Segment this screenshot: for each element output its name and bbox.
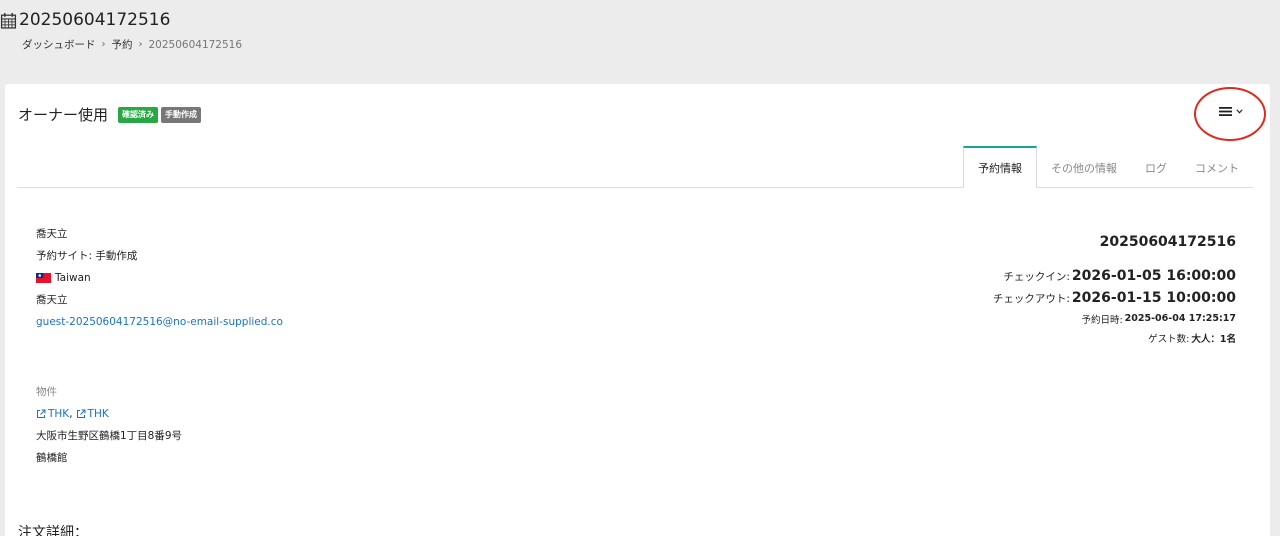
guest-count-value: 大人：1名 [1191, 333, 1236, 345]
status-badge-manual: 手動作成 [161, 106, 202, 123]
property-link-1[interactable]: THK [48, 403, 69, 425]
breadcrumb-reservations[interactable]: 予約 [112, 37, 133, 52]
page-title: 20250604172516 [0, 8, 242, 32]
breadcrumb-dashboard[interactable]: ダッシュボード [22, 37, 96, 52]
breadcrumb-separator: › [138, 39, 143, 50]
contact-name: 喬天立 [36, 294, 68, 306]
property-label: 物件 [36, 386, 57, 398]
guest-country: Taiwan [36, 267, 283, 289]
property-links: THK , THK [36, 403, 182, 425]
chevron-down-icon [1236, 109, 1243, 114]
booked-at-value: 2025-06-04 17:25:17 [1124, 313, 1236, 324]
property-link-2[interactable]: THK [88, 403, 109, 425]
breadcrumb: ダッシュボード › 予約 › 20250604172516 [22, 37, 242, 52]
checkout-row: チェックアウト: 2026-01-15 10:00:00 [993, 287, 1236, 309]
booked-at-label: 予約日時: [1081, 314, 1123, 326]
checkout-value: 2026-01-15 10:00:00 [1071, 290, 1236, 306]
guest-email-link[interactable]: guest-20250604172516@no-email-supplied.c… [36, 311, 283, 333]
guest-name: 喬天立 [36, 228, 68, 240]
tab-log[interactable]: ログ [1131, 146, 1181, 187]
guest-email-row: guest-20250604172516@no-email-supplied.c… [36, 311, 283, 333]
tab-comments[interactable]: コメント [1181, 146, 1253, 187]
order-details-heading: 注文詳細： [18, 525, 88, 536]
page-title-text: 20250604172516 [19, 10, 171, 30]
taiwan-flag-icon [36, 273, 51, 283]
checkout-label: チェックアウト: [992, 292, 1070, 305]
property-info: 物件 THK , THK 大阪市生野区鶴橋1丁目8番9号 鶴橋館 [36, 381, 182, 469]
status-badge-confirmed: 確認済み [118, 106, 159, 123]
actions-menu-button[interactable] [1219, 106, 1243, 117]
breadcrumb-separator: › [101, 39, 106, 50]
link-separator: , [69, 408, 73, 420]
checkin-value: 2026-01-05 16:00:00 [1071, 268, 1236, 284]
property-building: 鶴橋館 [36, 452, 68, 464]
calendar-icon [0, 12, 17, 29]
external-link-icon [76, 409, 86, 418]
tab-divider [17, 187, 1253, 188]
booked-at-row: 予約日時: 2025-06-04 17:25:17 [993, 309, 1236, 328]
guest-count-row: ゲスト数: 大人：1名 [993, 328, 1236, 347]
guest-count-label: ゲスト数: [1148, 333, 1190, 345]
country-name: Taiwan [55, 272, 91, 284]
guest-info: 喬天立 予約サイト: 手動作成 Taiwan 喬天立 guest-2025060… [36, 223, 283, 333]
card-header: オーナー使用 確認済み 手動作成 [18, 104, 204, 125]
property-address: 大阪市生野区鶴橋1丁目8番9号 [36, 430, 183, 442]
tab-other-info[interactable]: その他の情報 [1037, 146, 1131, 187]
external-link-icon [37, 409, 46, 418]
hamburger-menu-icon [1219, 107, 1232, 116]
tab-reservation-info[interactable]: 予約情報 [963, 146, 1037, 188]
reservation-summary: 20250604172516 チェックイン: 2026-01-05 16:00:… [993, 234, 1236, 347]
reservation-number: 20250604172516 [1099, 234, 1236, 250]
card-title: オーナー使用 [18, 106, 109, 124]
checkin-row: チェックイン: 2026-01-05 16:00:00 [993, 265, 1236, 287]
reservation-card: オーナー使用 確認済み 手動作成 予約情報 その他の情報 ログ コメント 喬天立… [5, 84, 1270, 536]
tabs: 予約情報 その他の情報 ログ コメント [963, 146, 1253, 188]
breadcrumb-current: 20250604172516 [148, 38, 243, 51]
checkin-label: チェックイン: [1003, 270, 1070, 283]
page-header: 20250604172516 ダッシュボード › 予約 › 2025060417… [0, 8, 242, 52]
booking-site: 予約サイト: 手動作成 [36, 250, 138, 262]
